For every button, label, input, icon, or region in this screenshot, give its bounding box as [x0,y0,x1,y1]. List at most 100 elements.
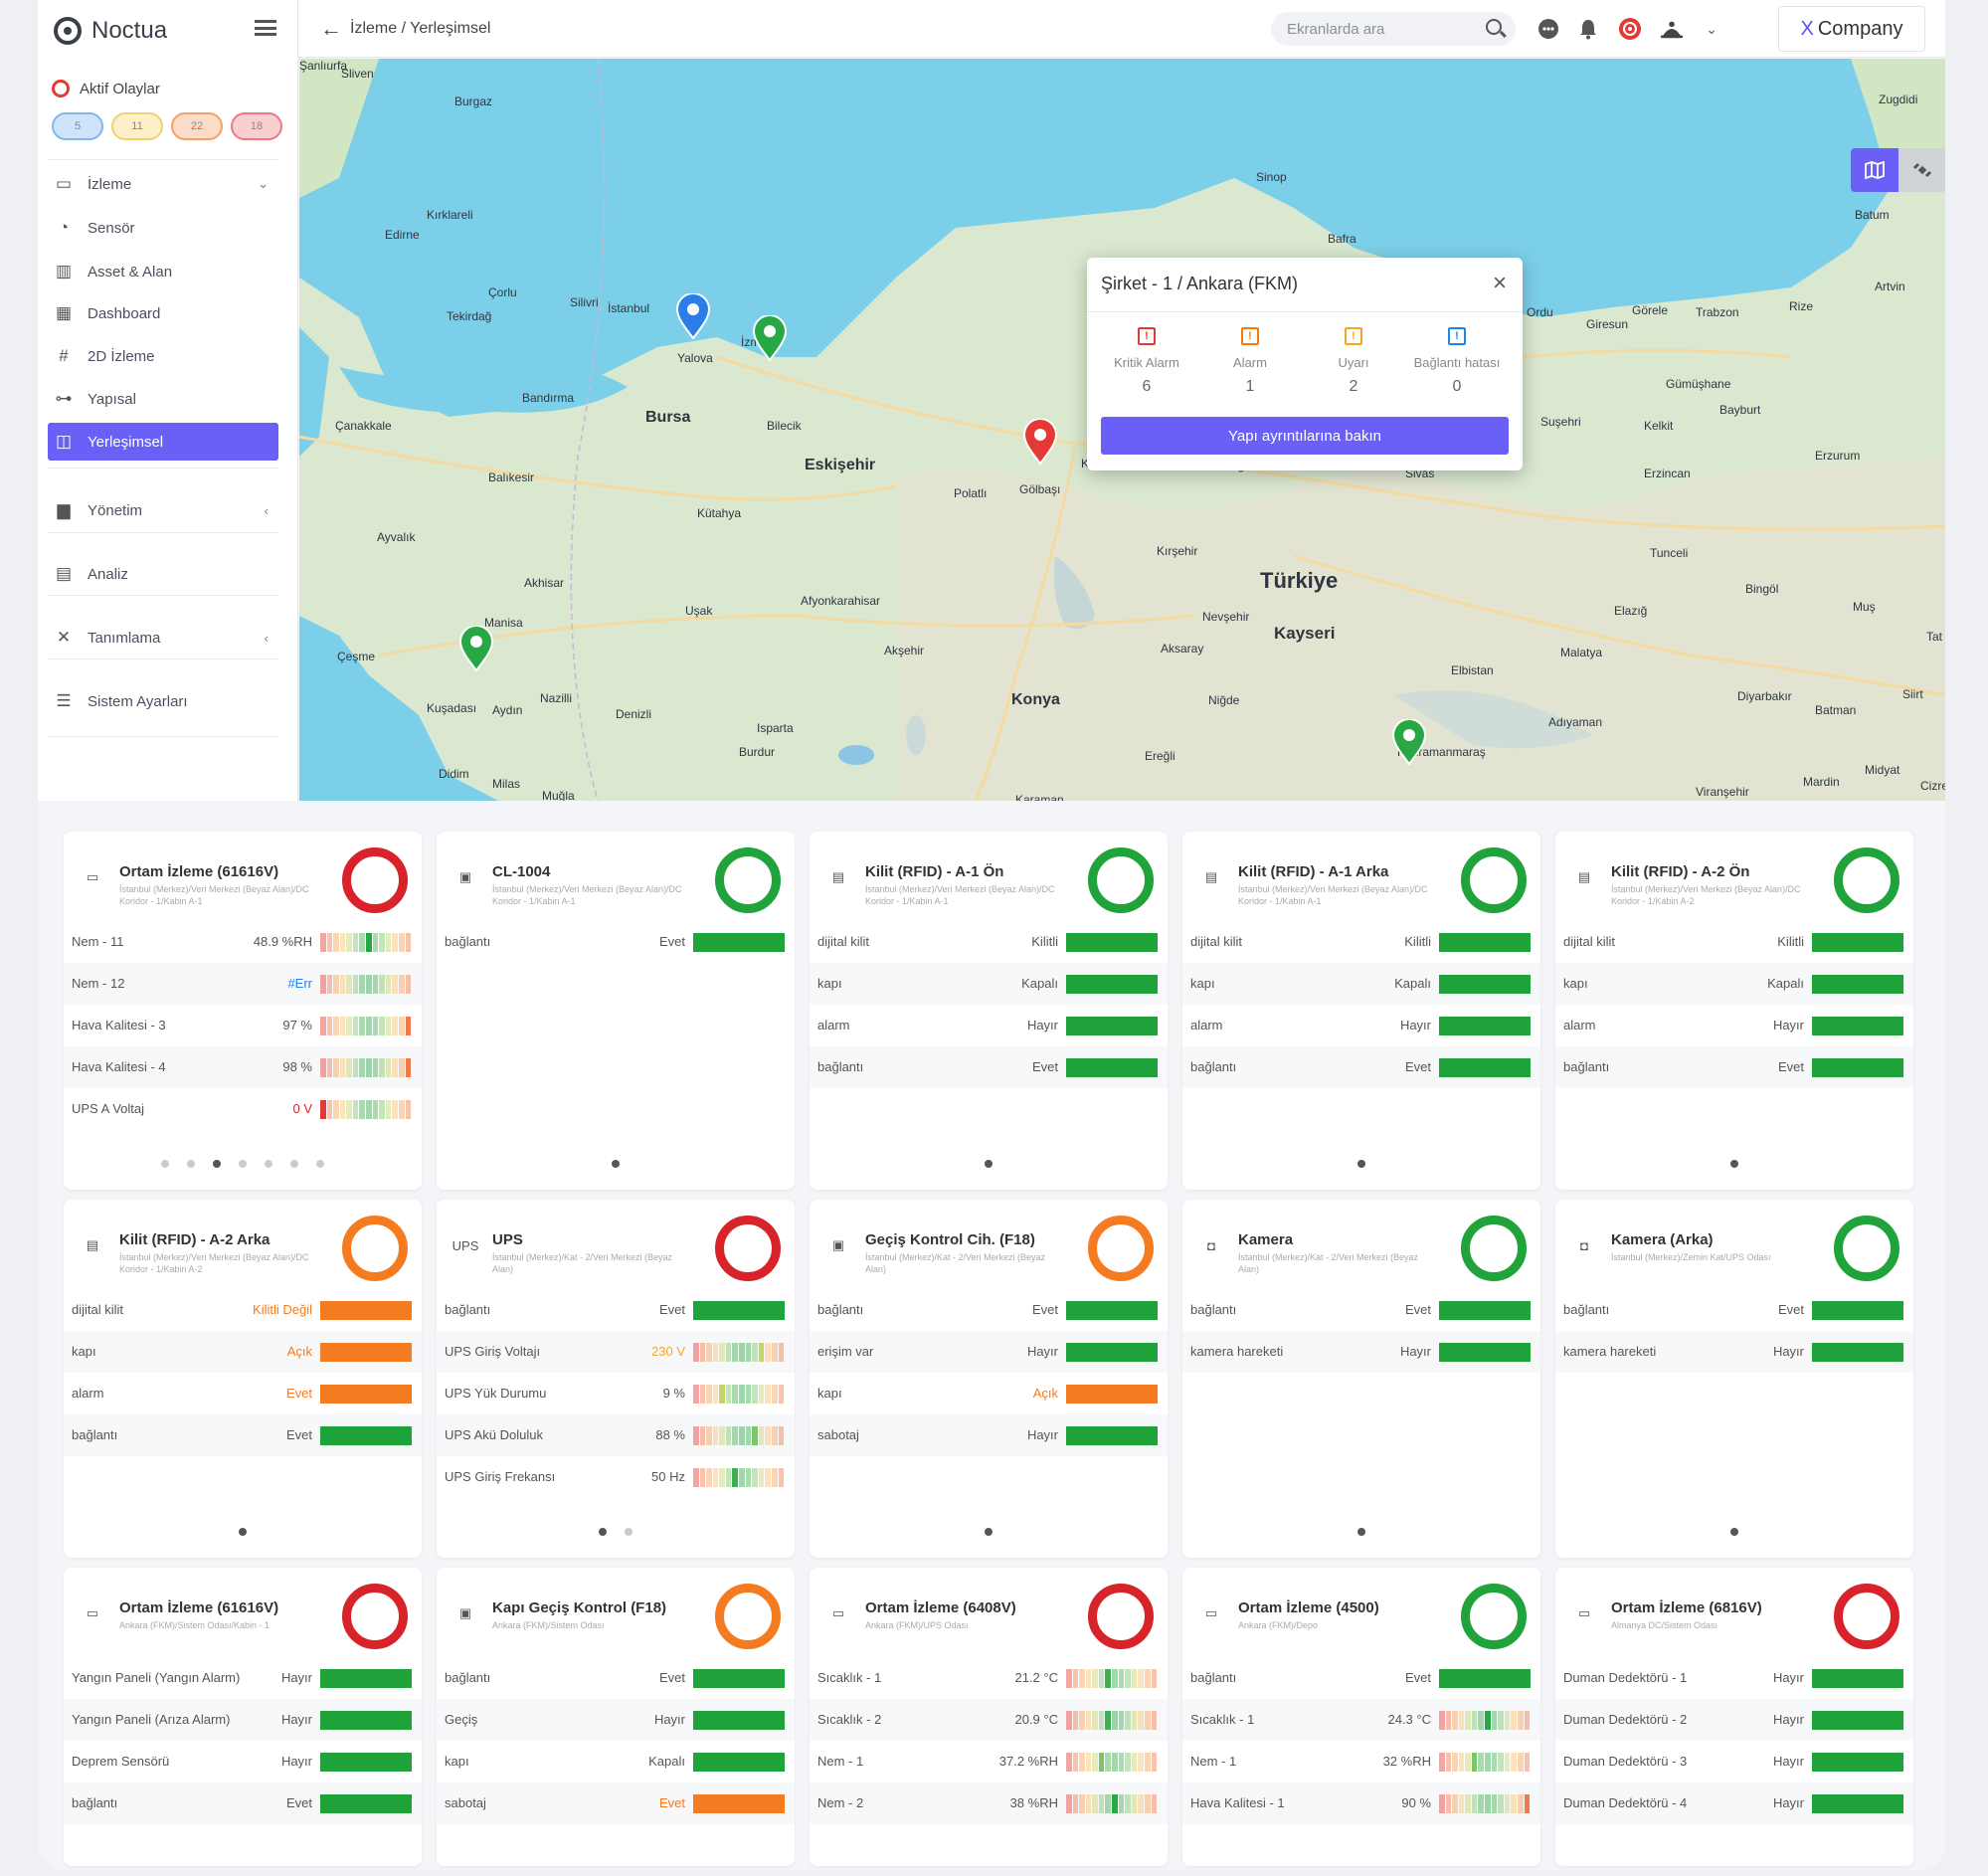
sidebar-item-11[interactable]: ☰ Sistem Ayarları [48,682,278,720]
company-selector[interactable]: X Company [1778,6,1925,52]
card-title[interactable]: Ortam İzleme (6816V) [1611,1599,1810,1616]
pagination-dot[interactable] [1357,1528,1365,1536]
card-title[interactable]: Kamera (Arka) [1611,1231,1810,1248]
device-card[interactable]: ▤ Kilit (RFID) - A-2 Arka İstanbul (Merkez… [64,1200,422,1558]
sidebar-item-5[interactable]: #2D İzleme [48,337,278,375]
sidebar-item-8[interactable]: ▆ Yönetim ‹ [48,491,278,529]
device-card[interactable]: ◘ Kamera İstanbul (Merkez)/Kat - 2/Veri Me… [1182,1200,1540,1558]
device-card[interactable]: ▤ Kilit (RFID) - A-2 Ön İstanbul (Merkez)/… [1555,832,1913,1190]
pagination-dot[interactable] [985,1160,993,1168]
card-title[interactable]: Ortam İzleme (4500) [1238,1599,1437,1616]
pagination-dot[interactable] [290,1160,298,1168]
card-title[interactable]: Kilit (RFID) - A-2 Arka [119,1231,318,1248]
map-place-label: Nevşehir [1202,610,1250,624]
metric-row: bağlantı Evet [810,1046,1168,1088]
back-arrow-icon[interactable]: ← [320,16,342,42]
card-title[interactable]: Kilit (RFID) - A-1 Ön [865,863,1064,880]
chevron-left-icon[interactable]: ‹ [265,631,269,646]
device-card[interactable]: ▭ Ortam İzleme (61616V) Ankara (FKM)/Siste… [64,1568,422,1866]
device-card[interactable]: ▤ Kilit (RFID) - A-1 Arka İstanbul (Merkez… [1182,832,1540,1190]
card-title[interactable]: Ortam İzleme (61616V) [119,863,318,880]
map-place-label: Aksaray [1161,642,1204,656]
device-card[interactable]: ▭ Ortam İzleme (6816V) Almanya DC/Sistem O… [1555,1568,1913,1866]
sidebar-item-6[interactable]: ⊶ Yapısal [48,380,278,418]
menu-toggle-icon[interactable] [255,20,276,36]
device-card[interactable]: UPS UPS İstanbul (Merkez)/Kat - 2/Veri Mer… [437,1200,795,1558]
chat-icon[interactable] [1536,16,1561,42]
close-icon[interactable]: × [1493,270,1507,297]
map-view-icon[interactable] [1851,148,1898,192]
event-pill-critical[interactable]: 18 [231,112,282,140]
device-card[interactable]: ▤ Kilit (RFID) - A-1 Ön İstanbul (Merkez)/… [810,832,1168,1190]
card-title[interactable]: Kamera [1238,1231,1437,1248]
search-input[interactable]: Ekranlarda ara [1271,12,1516,46]
divider [48,736,278,737]
sidebar-item-9[interactable]: ▤ Analiz [48,555,278,593]
pagination-dot[interactable] [625,1528,633,1536]
card-title[interactable]: Kapı Geçiş Kontrol (F18) [492,1599,691,1616]
sidebar-item-2[interactable]: ◔ Sensör [48,209,278,247]
pagination-dot[interactable] [316,1160,324,1168]
search-icon[interactable] [1486,19,1502,35]
brand[interactable]: Noctua [54,14,167,48]
map-place-label: Kütahya [697,506,742,520]
location-pin-green-icon[interactable] [1391,719,1427,765]
pagination-dot[interactable] [1730,1528,1738,1536]
pagination-dot[interactable] [985,1528,993,1536]
card-title[interactable]: UPS [492,1231,691,1248]
device-card[interactable]: ▭ Ortam İzleme (4500) Ankara (FKM)/Depo bağ… [1182,1568,1540,1866]
location-pin-green-icon[interactable] [752,315,788,361]
device-card[interactable]: ▣ Geçiş Kontrol Cih. (F18) İstanbul (Merke… [810,1200,1168,1558]
event-pill-warning[interactable]: 11 [111,112,163,140]
sidebar-item-3[interactable]: ▥ Asset & Alan [48,253,278,290]
popup-stat[interactable]: ! Alarm 1 [1200,327,1300,396]
pagination-dot[interactable] [239,1528,247,1536]
active-events[interactable]: Aktif Olaylar [52,80,160,97]
location-pin-green-icon[interactable] [458,626,494,671]
event-pill-info[interactable]: 5 [52,112,103,140]
device-card[interactable]: ▭ Ortam İzleme (6408V) Ankara (FKM)/UPS Od… [810,1568,1168,1866]
chevron-down-icon[interactable]: ⌄ [1699,16,1724,42]
pagination-dot[interactable] [187,1160,195,1168]
card-title[interactable]: Kilit (RFID) - A-2 Ön [1611,863,1810,880]
metric-row: bağlantı Evet [1182,1046,1540,1088]
bell-icon[interactable] [1575,16,1601,42]
pagination-dot[interactable] [1357,1160,1365,1168]
pagination-dot[interactable] [599,1528,607,1536]
chevron-left-icon[interactable]: ‹ [265,503,269,518]
sidebar-item-4[interactable]: ▦ Dashboard [48,294,278,332]
chevron-down-icon[interactable]: ⌄ [258,176,269,192]
metric-bar [320,1426,412,1445]
status-ring [1834,1584,1899,1649]
card-title[interactable]: CL-1004 [492,863,691,880]
sidebar-item-10[interactable]: ✕ Tanımlama ‹ [48,619,278,657]
pagination-dot[interactable] [161,1160,169,1168]
sidebar-item-7[interactable]: ◫ Yerleşimsel [48,423,278,461]
device-card[interactable]: ▣ CL-1004 İstanbul (Merkez)/Veri Merkezi (… [437,832,795,1190]
device-card[interactable]: ▭ Ortam İzleme (61616V) İstanbul (Merkez)/… [64,832,422,1190]
pagination-dot[interactable] [612,1160,620,1168]
pagination-dot[interactable] [265,1160,272,1168]
view-building-details-button[interactable]: Yapı ayrıntılarına bakın [1101,417,1509,455]
card-title[interactable]: Ortam İzleme (6408V) [865,1599,1064,1616]
popup-stat[interactable]: ! Bağlantı hatası 0 [1407,327,1507,396]
device-card[interactable]: ◘ Kamera (Arka) İstanbul (Merkez)/Zemin Ka… [1555,1200,1913,1558]
metric-row: alarm Hayır [1555,1005,1913,1046]
pagination-dot[interactable] [239,1160,247,1168]
location-pin-red-icon[interactable] [1022,419,1058,465]
location-pin-blue-icon[interactable] [675,293,711,339]
device-card[interactable]: ▣ Kapı Geçiş Kontrol (F18) Ankara (FKM)/Si… [437,1568,795,1866]
alarm-status-icon[interactable] [1617,16,1643,42]
popup-stat[interactable]: ! Uyarı 2 [1304,327,1403,396]
user-avatar-icon[interactable] [1659,16,1685,42]
card-title[interactable]: Kilit (RFID) - A-1 Arka [1238,863,1437,880]
card-title[interactable]: Geçiş Kontrol Cih. (F18) [865,1231,1064,1248]
event-pill-alarm[interactable]: 22 [171,112,223,140]
map-view[interactable]: Sliven Burgaz Edirne Kırklareli Çorlu Silivri… [299,59,1945,801]
pagination-dot[interactable] [213,1160,221,1168]
sidebar-item-1[interactable]: ▭ İzleme ⌄ [48,165,278,203]
pagination-dot[interactable] [1730,1160,1738,1168]
popup-stat[interactable]: ! Kritik Alarm 6 [1097,327,1196,396]
satellite-icon[interactable] [1898,148,1945,192]
card-title[interactable]: Ortam İzleme (61616V) [119,1599,318,1616]
